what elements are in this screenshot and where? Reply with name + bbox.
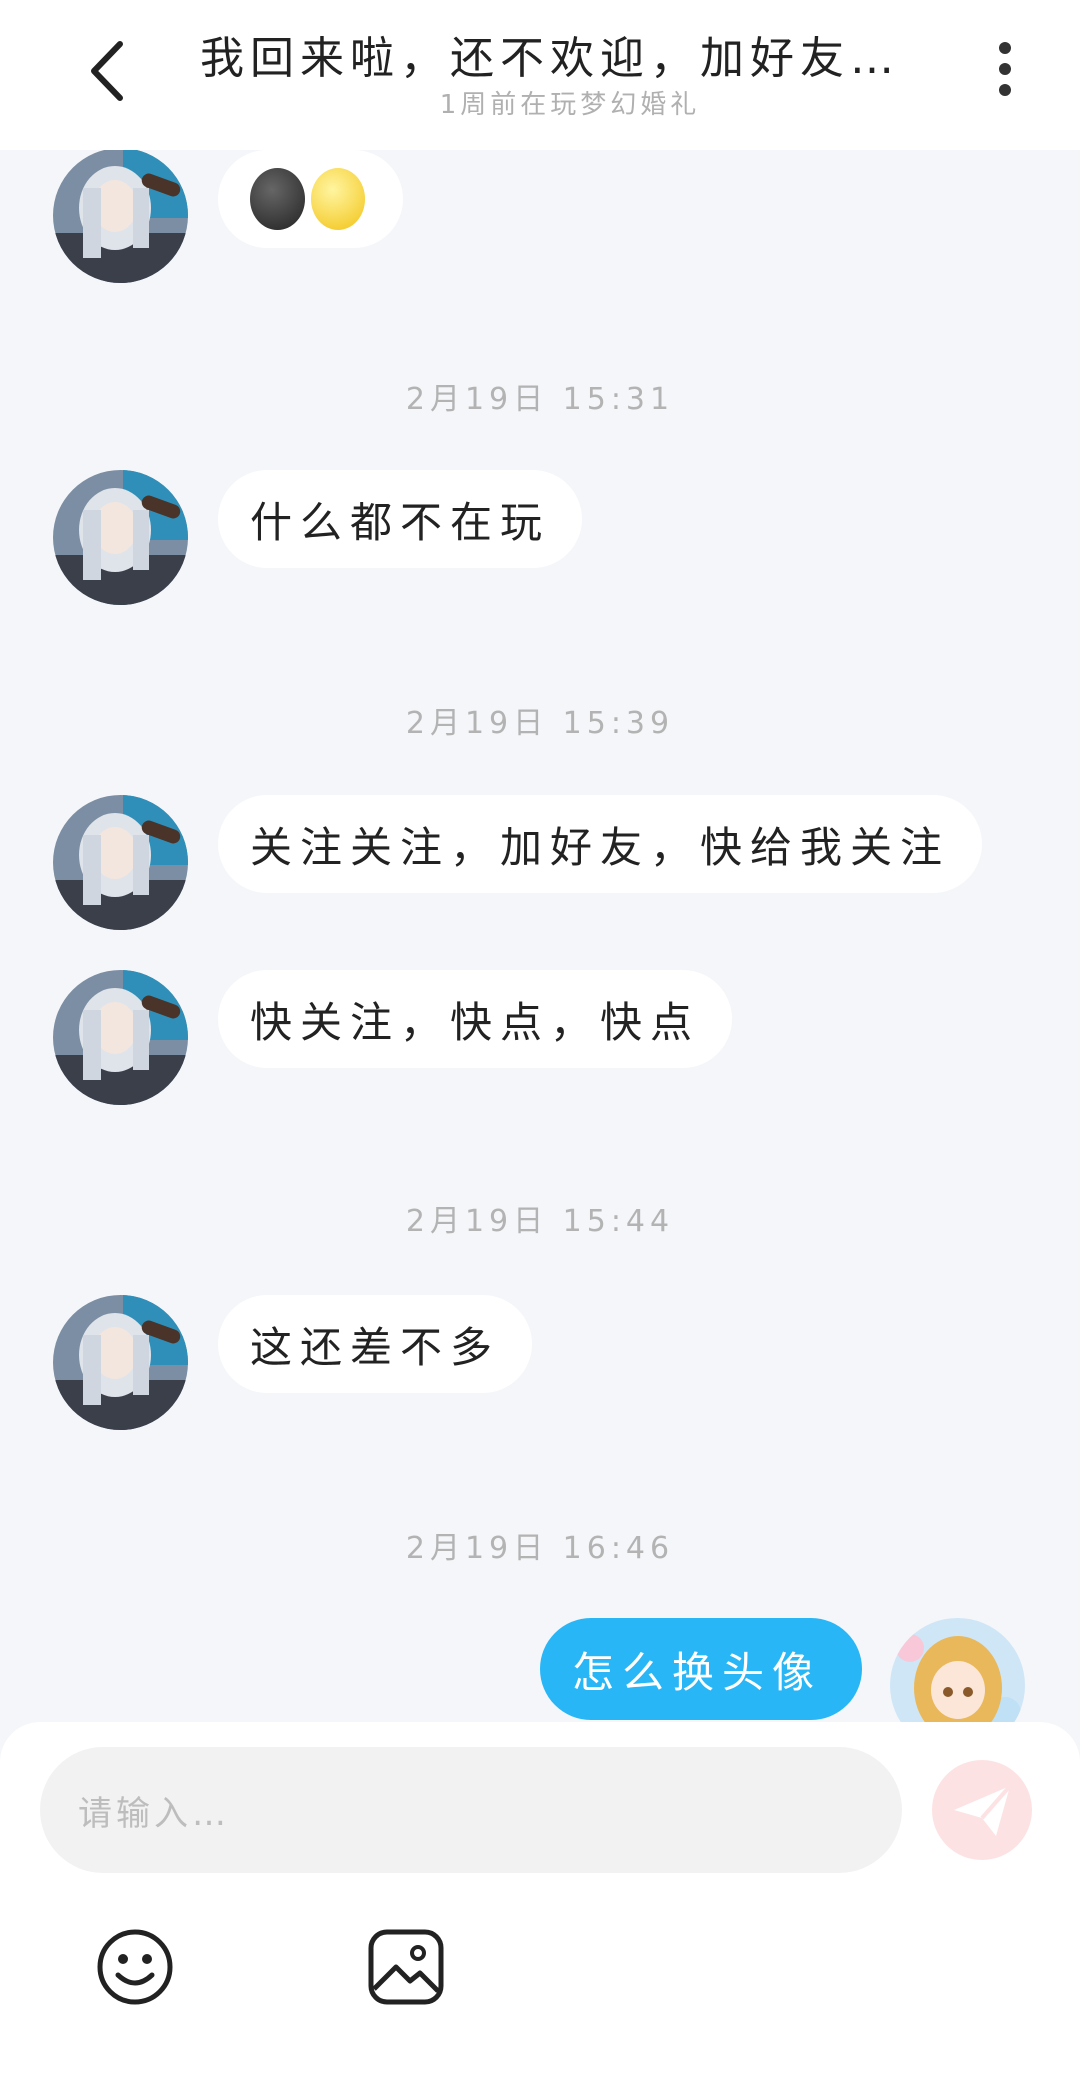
back-button[interactable] xyxy=(80,36,140,106)
full-moon-face-emoji xyxy=(310,168,365,230)
chevron-left-icon xyxy=(91,41,123,101)
emoji-button[interactable] xyxy=(95,1927,175,2007)
dot-icon xyxy=(999,42,1011,54)
image-button[interactable] xyxy=(366,1927,446,2007)
paper-plane-icon xyxy=(954,1784,1012,1836)
message-input[interactable]: 请输入… xyxy=(40,1747,902,1873)
send-button[interactable] xyxy=(932,1760,1032,1860)
message-bubble[interactable]: 快关注，快点，快点 xyxy=(218,970,733,1068)
timestamp: 2月19日 16:46 xyxy=(405,1531,675,1566)
composer-panel: 请输入… xyxy=(0,1722,1080,2082)
message-list[interactable]: 2月19日 15:31 什么都不在玩 2月19日 15:39 关注关注，加好友，… xyxy=(0,150,1080,1722)
user-avatar[interactable] xyxy=(890,1618,1025,1722)
contact-avatar[interactable] xyxy=(53,150,188,283)
message-bubble[interactable]: 这还差不多 xyxy=(218,1295,533,1393)
message-bubble[interactable]: 关注关注，加好友，快给我关注 xyxy=(218,795,983,893)
chat-title: 我回来啦，还不欢迎，加好友要… xyxy=(200,33,940,84)
smiley-icon xyxy=(97,1929,173,2005)
message-bubble[interactable] xyxy=(218,150,403,248)
dot-icon xyxy=(999,63,1011,75)
message-bubble[interactable]: 什么都不在玩 xyxy=(218,470,583,568)
contact-avatar[interactable] xyxy=(53,470,188,605)
contact-avatar[interactable] xyxy=(53,795,188,930)
dot-icon xyxy=(999,84,1011,96)
chat-header: 我回来啦，还不欢迎，加好友要… 1周前在玩梦幻婚礼 xyxy=(0,0,1080,150)
timestamp: 2月19日 15:31 xyxy=(405,382,675,417)
image-icon xyxy=(368,1929,444,2005)
message-bubble[interactable]: 怎么换头像 xyxy=(540,1618,862,1720)
contact-avatar[interactable] xyxy=(53,1295,188,1430)
chat-subtitle: 1周前在玩梦幻婚礼 xyxy=(439,90,701,120)
new-moon-face-emoji xyxy=(250,168,305,230)
timestamp: 2月19日 15:39 xyxy=(405,706,675,741)
more-options-button[interactable] xyxy=(990,36,1020,106)
contact-avatar[interactable] xyxy=(53,970,188,1105)
timestamp: 2月19日 15:44 xyxy=(405,1204,675,1239)
